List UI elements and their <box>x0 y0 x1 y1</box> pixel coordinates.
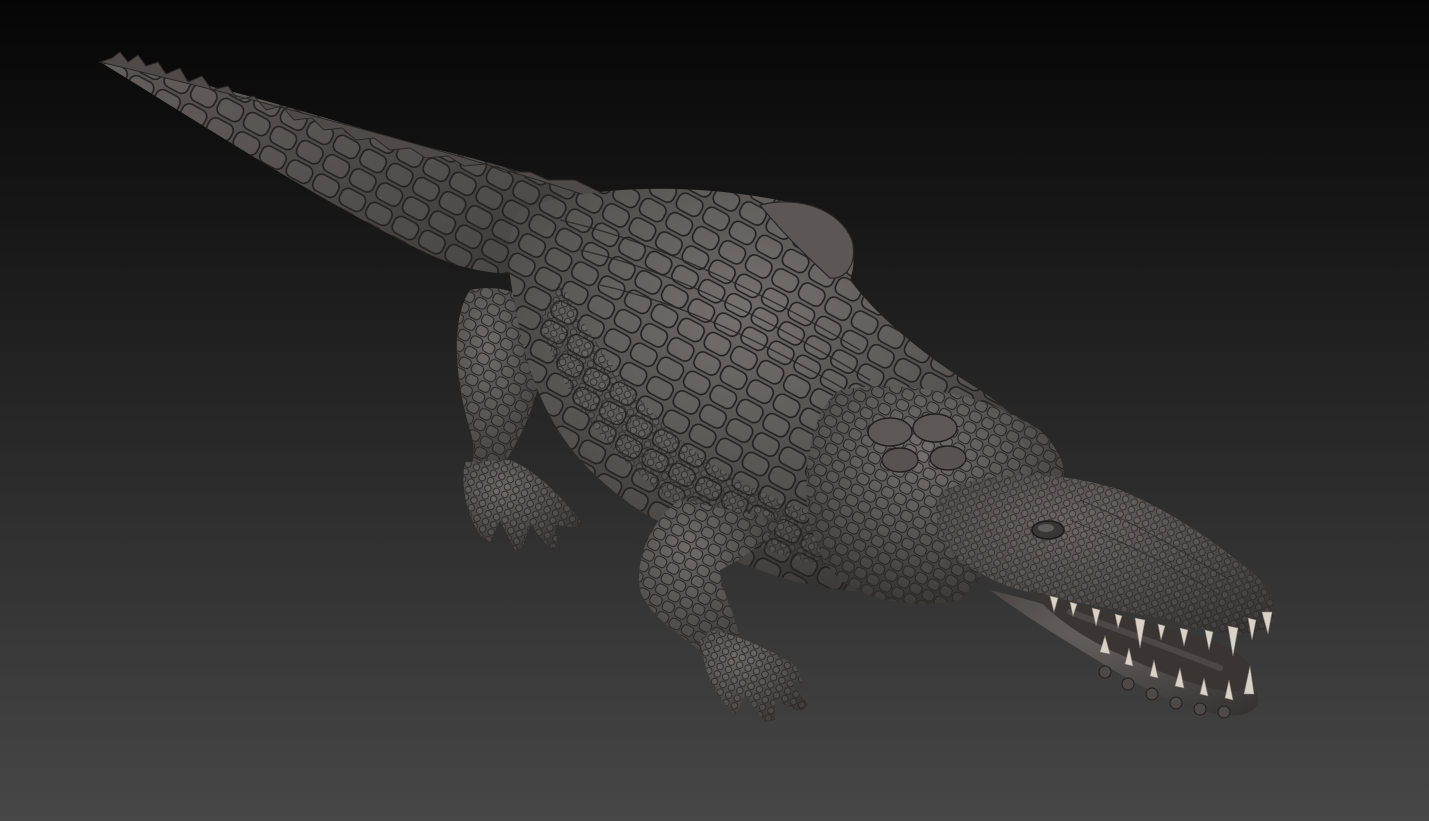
crocodile-render <box>0 0 1429 821</box>
render-viewport[interactable] <box>0 0 1429 821</box>
